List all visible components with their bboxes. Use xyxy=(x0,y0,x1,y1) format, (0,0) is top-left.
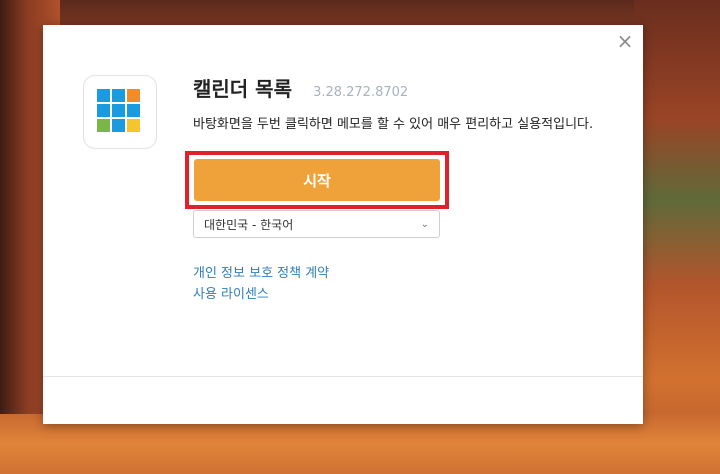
license-link[interactable]: 사용 라이센스 xyxy=(193,283,269,302)
chevron-down-icon: ⌄ xyxy=(420,218,429,230)
title-row: 캘린더 목록 3.28.272.8702 xyxy=(193,73,408,102)
installer-dialog: × 캘린더 목록 3.28.272.8702 바탕화면을 두번 클릭하면 메모를… xyxy=(43,25,643,424)
privacy-policy-link[interactable]: 개인 정보 보호 정책 계약 xyxy=(193,262,329,281)
icon-cell xyxy=(97,104,110,117)
app-icon xyxy=(83,75,157,149)
language-select[interactable]: 대한민국 - 한국어 ⌄ xyxy=(193,210,440,238)
icon-cell xyxy=(97,119,110,132)
icon-cell xyxy=(112,89,125,102)
icon-cell xyxy=(127,89,140,102)
desktop-background-right xyxy=(634,0,720,474)
icon-cell xyxy=(127,104,140,117)
language-select-value: 대한민국 - 한국어 xyxy=(204,217,294,232)
app-version: 3.28.272.8702 xyxy=(313,85,409,100)
icon-cell xyxy=(97,89,110,102)
calendar-grid-icon xyxy=(97,89,143,135)
icon-cell xyxy=(127,119,140,132)
close-icon[interactable]: × xyxy=(615,31,635,51)
app-description: 바탕화면을 두번 클릭하면 메모를 할 수 있어 매우 편리하고 실용적입니다. xyxy=(193,117,594,132)
start-button[interactable]: 시작 xyxy=(194,159,440,201)
divider xyxy=(43,376,643,377)
icon-cell xyxy=(112,119,125,132)
app-title: 캘린더 목록 xyxy=(193,77,292,101)
icon-cell xyxy=(112,104,125,117)
